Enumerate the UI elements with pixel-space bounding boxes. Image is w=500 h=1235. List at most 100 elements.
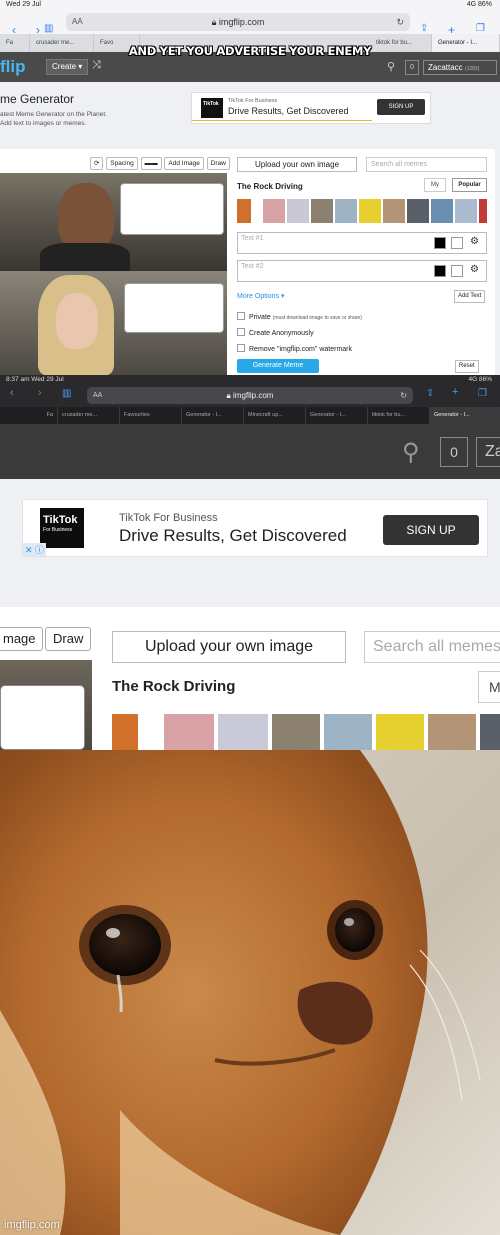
ad-brand: TikTok For Business <box>119 512 218 524</box>
draw-button[interactable]: Draw <box>45 627 92 651</box>
speech-bubble-2[interactable] <box>124 283 224 333</box>
template-thumb[interactable] <box>479 199 487 223</box>
tab-my[interactable]: My <box>424 178 446 192</box>
ad-signup-button[interactable]: SIGN UP <box>377 99 425 115</box>
ad-signup-button[interactable]: SIGN UP <box>383 515 479 545</box>
reset-button[interactable]: Reset <box>455 360 479 373</box>
search-memes-input[interactable]: Search all memes <box>364 631 500 663</box>
tabs-icon[interactable]: ❐ <box>478 388 487 399</box>
template-thumb[interactable] <box>383 199 405 223</box>
tab-popular[interactable]: Popular <box>452 178 487 192</box>
back-icon[interactable]: ‹ <box>10 387 14 399</box>
share-icon[interactable]: ⇪ <box>420 23 428 34</box>
template-thumb[interactable] <box>335 199 357 223</box>
private-checkbox[interactable]: Private (must download image to save or … <box>237 312 362 321</box>
tiktok-logo: TikTok <box>201 98 223 118</box>
rock-shirt <box>40 243 130 271</box>
template-thumb[interactable] <box>455 199 477 223</box>
search-icon[interactable]: ⚲ <box>387 60 395 73</box>
meme-panel-girl[interactable] <box>0 271 227 375</box>
template-thumb[interactable] <box>376 714 424 750</box>
browser-tab[interactable]: Generator - I... <box>182 407 244 424</box>
browser-tab-active[interactable]: Generator - I... <box>430 407 500 424</box>
reload-icon[interactable]: ↻ <box>400 387 407 404</box>
speech-bubble-1[interactable] <box>0 685 85 750</box>
address-bar[interactable]: AA 🔒︎ imgflip.com ↻ <box>66 13 410 31</box>
template-thumb[interactable] <box>428 714 476 750</box>
new-tab-icon[interactable]: + <box>452 386 458 398</box>
forward-icon[interactable]: › <box>38 387 42 399</box>
gear-icon[interactable]: ⚙ <box>470 264 479 275</box>
template-thumb[interactable] <box>237 199 251 223</box>
browser-tab[interactable]: Generator - I... <box>306 407 368 424</box>
page-body: me Generator atest Meme Generator on the… <box>0 82 500 375</box>
more-options-link[interactable]: More Options ▾ <box>237 292 284 300</box>
browser-tab[interactable]: Minecraft up... <box>244 407 306 424</box>
ad-choices-icon[interactable]: ✕ ⓘ <box>23 543 47 556</box>
browser-tab[interactable]: Favourites <box>120 407 182 424</box>
template-thumb[interactable] <box>431 199 453 223</box>
shuffle-icon[interactable]: ⤨ <box>92 59 101 72</box>
template-thumb[interactable] <box>359 199 381 223</box>
meme-panel-rock[interactable] <box>0 173 227 271</box>
text1-input[interactable]: Text #1 ⚙ <box>237 232 487 254</box>
template-thumb[interactable] <box>272 714 320 750</box>
add-image-button[interactable]: Add Image <box>164 157 204 170</box>
browser-tab[interactable]: Fa <box>0 407 58 424</box>
template-thumb[interactable] <box>480 714 500 750</box>
page-subtitle: atest Meme Generator on the Planet. Add … <box>0 111 107 127</box>
tab-strip: Fa crusader me... Favourites Generator -… <box>0 407 500 424</box>
upload-image-button[interactable]: Upload your own image <box>237 157 357 172</box>
browser-tab[interactable]: tiktok for bu... <box>368 407 430 424</box>
template-thumb[interactable] <box>263 199 285 223</box>
notification-count[interactable]: 0 <box>440 437 468 467</box>
tab-my[interactable]: M <box>478 671 500 703</box>
text2-fill-color[interactable] <box>451 265 463 277</box>
tiktok-ad-banner[interactable]: TikTok For Business TikTok For Business D… <box>22 499 488 557</box>
rotate-icon[interactable]: ⟳ <box>90 157 104 170</box>
address-bar[interactable]: AA 🔒︎ imgflip.com ↻ <box>87 387 413 404</box>
add-image-button[interactable]: mage <box>0 627 43 651</box>
spacing-button[interactable]: Spacing <box>106 157 138 170</box>
text1-fill-color[interactable] <box>451 237 463 249</box>
upload-image-button[interactable]: Upload your own image <box>112 631 346 663</box>
user-menu[interactable]: Za <box>476 437 500 467</box>
text2-input[interactable]: Text #2 ⚙ <box>237 260 487 282</box>
draw-button[interactable]: Draw <box>206 157 230 170</box>
template-thumb[interactable] <box>311 199 333 223</box>
imgflip-logo[interactable]: imgflip <box>0 57 26 77</box>
share-icon[interactable]: ⇪ <box>426 388 434 399</box>
watermark-checkbox[interactable]: Remove "imgflip.com" watermark <box>237 344 352 353</box>
bookmarks-icon[interactable]: ▥ <box>62 388 71 399</box>
screenshot-bottom: 8:37 am Wed 29 Jul 4G 86% ‹ › ▥ AA 🔒︎ im… <box>0 375 500 750</box>
generate-meme-button[interactable]: Generate Meme <box>237 359 319 373</box>
user-menu[interactable]: Zacattacc (1283) <box>423 60 497 75</box>
gear-icon[interactable]: ⚙ <box>470 236 479 247</box>
text2-outline-color[interactable] <box>434 265 446 277</box>
lock-icon: 🔒︎ <box>211 17 217 27</box>
speech-bubble-1[interactable] <box>120 183 224 235</box>
browser-tab[interactable]: crusader me... <box>58 407 120 424</box>
template-thumb[interactable] <box>218 714 268 750</box>
meme-caption: AND YET YOU ADVERTISE YOUR ENEMY <box>128 44 372 58</box>
anonymous-checkbox[interactable]: Create Anonymously <box>237 328 314 337</box>
add-text-button[interactable]: Add Text <box>454 290 486 303</box>
notification-count[interactable]: 0 <box>405 60 419 75</box>
tabs-icon[interactable]: ❐ <box>476 23 485 34</box>
reader-aa[interactable]: AA <box>93 387 102 404</box>
template-thumb[interactable] <box>112 714 138 750</box>
search-icon[interactable]: ⚲ <box>402 438 420 467</box>
reload-icon[interactable]: ↻ <box>396 13 404 31</box>
template-thumb[interactable] <box>324 714 372 750</box>
template-thumb[interactable] <box>287 199 309 223</box>
tiktok-ad-banner[interactable]: TikTok TikTok For Business Drive Results… <box>191 92 431 124</box>
template-thumb[interactable] <box>407 199 429 223</box>
reader-aa[interactable]: AA <box>72 13 83 31</box>
glasses-icon[interactable]: ▬▬ <box>140 157 162 170</box>
search-memes-input[interactable]: Search all memes <box>366 157 487 172</box>
template-thumb[interactable] <box>164 714 214 750</box>
bookmarks-icon[interactable]: ▥ <box>44 23 53 34</box>
status-bar: Wed 29 Jul 4G 86% <box>0 0 500 10</box>
create-button[interactable]: Create ▾ <box>46 59 89 75</box>
text1-outline-color[interactable] <box>434 237 446 249</box>
